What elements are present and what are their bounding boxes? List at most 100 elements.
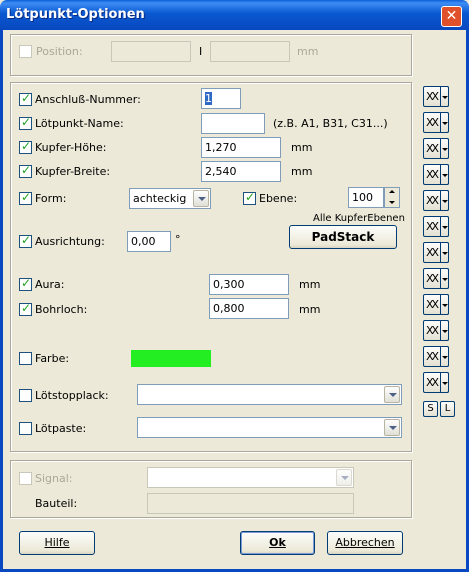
field-mode-button[interactable]: XX [423,164,449,185]
loetpaste-dropdown-button[interactable] [384,419,400,436]
field-mode-button[interactable]: XX [423,216,449,237]
farbe-label: Farbe: [35,352,70,365]
field-mode-button[interactable]: XX [423,268,449,289]
mode-dropdown-button[interactable] [440,138,449,159]
loetpaste-checkbox[interactable] [19,422,32,435]
breite-label: Kupfer-Breite: [35,165,111,178]
field-mode-button[interactable]: XX [423,112,449,133]
chevron-down-icon [442,278,448,281]
mode-icon: XX [426,116,439,129]
field-mode-button[interactable]: XX [423,138,449,159]
ok-button[interactable]: Ok [240,531,315,555]
name-checkbox[interactable]: ✓ [19,115,32,130]
padstack-button[interactable]: PadStack [289,225,397,249]
mode-dropdown-button[interactable] [440,268,449,289]
position-label: Position: [36,45,83,58]
ebene-input[interactable]: 100 [348,187,384,208]
help-button[interactable]: Hilfe [19,531,95,555]
aura-input[interactable]: 0,300 [209,274,289,295]
aura-label: Aura: [35,278,65,291]
signal-select[interactable] [147,467,354,488]
spin-down-icon[interactable] [389,201,395,204]
mode-dropdown-button[interactable] [440,294,449,315]
mode-dropdown-button[interactable] [440,320,449,341]
name-input[interactable] [201,113,265,134]
chevron-down-icon [442,252,448,255]
bohrloch-unit: mm [299,303,321,316]
close-button[interactable]: ✕ [441,6,462,27]
form-select[interactable]: achteckig [129,188,211,209]
ausrichtung-checkbox[interactable]: ✓ [19,233,32,248]
mode-dropdown-button[interactable] [440,346,449,367]
ebene-checkbox[interactable]: ✓ [243,190,256,205]
anschluss-label: Anschluß-Nummer: [35,93,141,106]
form-label: Form: [35,192,67,205]
form-checkbox[interactable]: ✓ [19,190,32,205]
name-label: Lötpunkt-Name: [35,117,124,130]
position-y-input[interactable] [210,41,290,62]
anschluss-input[interactable]: 1 [201,88,241,109]
mode-dropdown-button[interactable] [440,86,449,107]
checkmark-icon: ✓ [21,91,32,105]
field-mode-button[interactable]: XX [423,86,449,107]
position-x-input[interactable] [111,41,191,62]
cancel-button-label: Abbrechen [335,536,395,549]
hoehe-input[interactable]: 1,270 [201,137,281,158]
bohrloch-input[interactable]: 0,800 [209,298,289,319]
bauteil-input[interactable] [147,493,354,514]
loetstopp-label: Lötstopplack: [35,389,109,402]
mode-dropdown-button[interactable] [440,242,449,263]
chevron-down-icon [442,382,448,385]
ebene-spinner[interactable] [384,187,400,208]
loetstopp-dropdown-button[interactable] [384,386,400,403]
hoehe-label: Kupfer-Höhe: [35,141,107,154]
form-dropdown-button[interactable] [193,190,209,207]
field-mode-button[interactable]: XX [423,190,449,211]
field-mode-button[interactable]: XX [423,372,449,393]
mode-dropdown-button[interactable] [440,216,449,237]
loetstopp-select[interactable] [137,384,402,405]
s-button[interactable]: S [423,401,438,417]
breite-input[interactable]: 2,540 [201,161,281,182]
farbe-color-swatch[interactable] [131,350,211,367]
position-separator: I [199,45,203,58]
breite-checkbox[interactable]: ✓ [19,163,32,178]
checkmark-icon: ✓ [21,163,32,177]
checkmark-icon: ✓ [21,276,32,290]
mode-icon: XX [426,142,439,155]
position-checkbox[interactable] [19,45,32,58]
padstack-label: PadStack [311,230,375,244]
mode-icon: XX [426,350,439,363]
cancel-button[interactable]: Abbrechen [327,531,403,555]
anschluss-checkbox[interactable]: ✓ [19,91,32,106]
mode-icon: XX [426,324,439,337]
mode-dropdown-button[interactable] [440,112,449,133]
ausrichtung-input[interactable]: 0,00 [127,231,171,252]
mode-icon: XX [426,220,439,233]
bohrloch-checkbox[interactable]: ✓ [19,301,32,316]
position-unit: mm [297,45,319,58]
ok-button-label: Ok [269,536,286,549]
hoehe-checkbox[interactable]: ✓ [19,139,32,154]
field-mode-button[interactable]: XX [423,320,449,341]
chevron-down-icon [442,356,448,359]
chevron-down-icon [442,96,448,99]
loetpaste-select[interactable] [137,417,402,438]
field-mode-button[interactable]: XX [423,294,449,315]
spin-up-icon[interactable] [389,190,395,193]
l-button[interactable]: L [440,401,455,417]
mode-icon: XX [426,168,439,181]
aura-checkbox[interactable]: ✓ [19,276,32,291]
chevron-down-icon [198,197,206,201]
mode-dropdown-button[interactable] [440,372,449,393]
mode-dropdown-button[interactable] [440,190,449,211]
field-mode-button[interactable]: XX [423,242,449,263]
signal-dropdown-button[interactable] [336,469,352,486]
chevron-down-icon [389,393,397,397]
loetstopp-checkbox[interactable] [19,389,32,402]
signal-checkbox[interactable] [19,472,32,485]
mode-dropdown-button[interactable] [440,164,449,185]
window-title: Lötpunkt-Optionen [6,7,145,22]
field-mode-button[interactable]: XX [423,346,449,367]
farbe-checkbox[interactable] [19,352,32,365]
